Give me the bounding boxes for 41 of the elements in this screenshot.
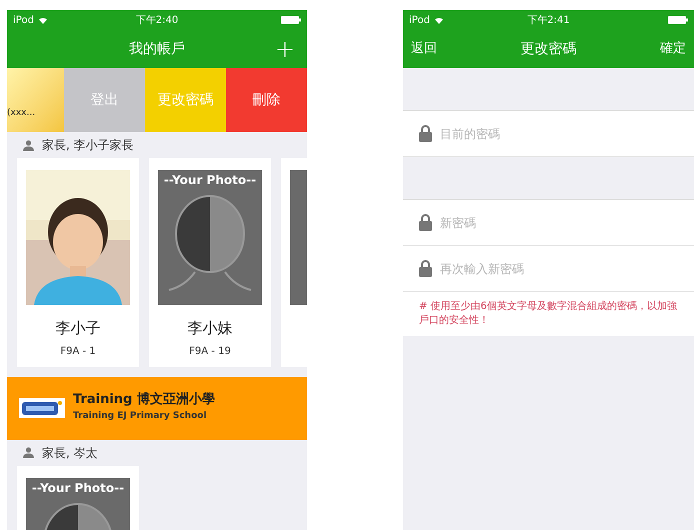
battery-icon <box>281 16 301 24</box>
student-name: 李小子 <box>56 318 100 339</box>
password-field[interactable]: 目前的密碼 <box>403 111 694 157</box>
lock-icon <box>419 260 432 277</box>
carrier-name: iPod <box>409 14 430 28</box>
password-input[interactable]: 新密碼 <box>440 214 694 232</box>
school-name-english: Training EJ Primary School <box>73 410 208 423</box>
back-button[interactable]: 返回 <box>411 39 437 59</box>
status-time: 下午2:41 <box>527 14 570 28</box>
student-class: F9A - 19 <box>189 344 231 358</box>
parent-header: 家長, 李小子家長 <box>42 137 134 154</box>
person-icon <box>23 140 34 150</box>
nav-title: 我的帳戶 <box>129 40 185 58</box>
wifi-icon <box>434 16 444 24</box>
account-cell[interactable]: (xxx... <box>7 68 64 132</box>
lock-icon <box>419 214 432 231</box>
school-banner[interactable]: Training 博文亞洲小學 Training EJ Primary School <box>7 376 307 440</box>
student-card[interactable]: 李小子 F9A - 1 <box>17 158 139 366</box>
confirm-button[interactable]: 確定 <box>660 39 686 59</box>
placeholder-caption: --Your Photo-- <box>32 482 124 494</box>
password-input[interactable]: 再次輸入新密碼 <box>440 260 694 278</box>
placeholder-caption: --Your Photo-- <box>164 174 256 186</box>
status-time: 下午2:40 <box>136 14 178 28</box>
parent-header: 家長, 岑太 <box>42 444 98 462</box>
wifi-icon <box>38 16 48 24</box>
school-logo-icon <box>19 398 65 418</box>
lock-icon <box>419 125 432 142</box>
nav-title: 更改密碼 <box>520 40 576 58</box>
password-field[interactable]: 新密碼 <box>403 200 694 246</box>
password-hint: # 使用至少由6個英文字母及數字混合組成的密碼，以加強戶口的安全性！ <box>418 300 678 328</box>
student-card[interactable]: --Your Photo-- 李小妹 F9A - 19 <box>149 158 271 366</box>
password-field[interactable]: 再次輸入新密碼 <box>403 246 694 292</box>
swipe-action-button[interactable]: 刪除 <box>226 68 307 132</box>
add-button[interactable]: + <box>274 37 295 61</box>
student-name: 李小妹 <box>188 318 232 339</box>
person-icon <box>23 447 34 458</box>
carrier-name: iPod <box>13 14 34 28</box>
student-class: F9A - 1 <box>60 344 96 358</box>
student-card[interactable]: --Your Photo-- <box>17 466 139 530</box>
battery-icon <box>668 16 688 24</box>
school-name: Training 博文亞洲小學 <box>73 392 215 406</box>
